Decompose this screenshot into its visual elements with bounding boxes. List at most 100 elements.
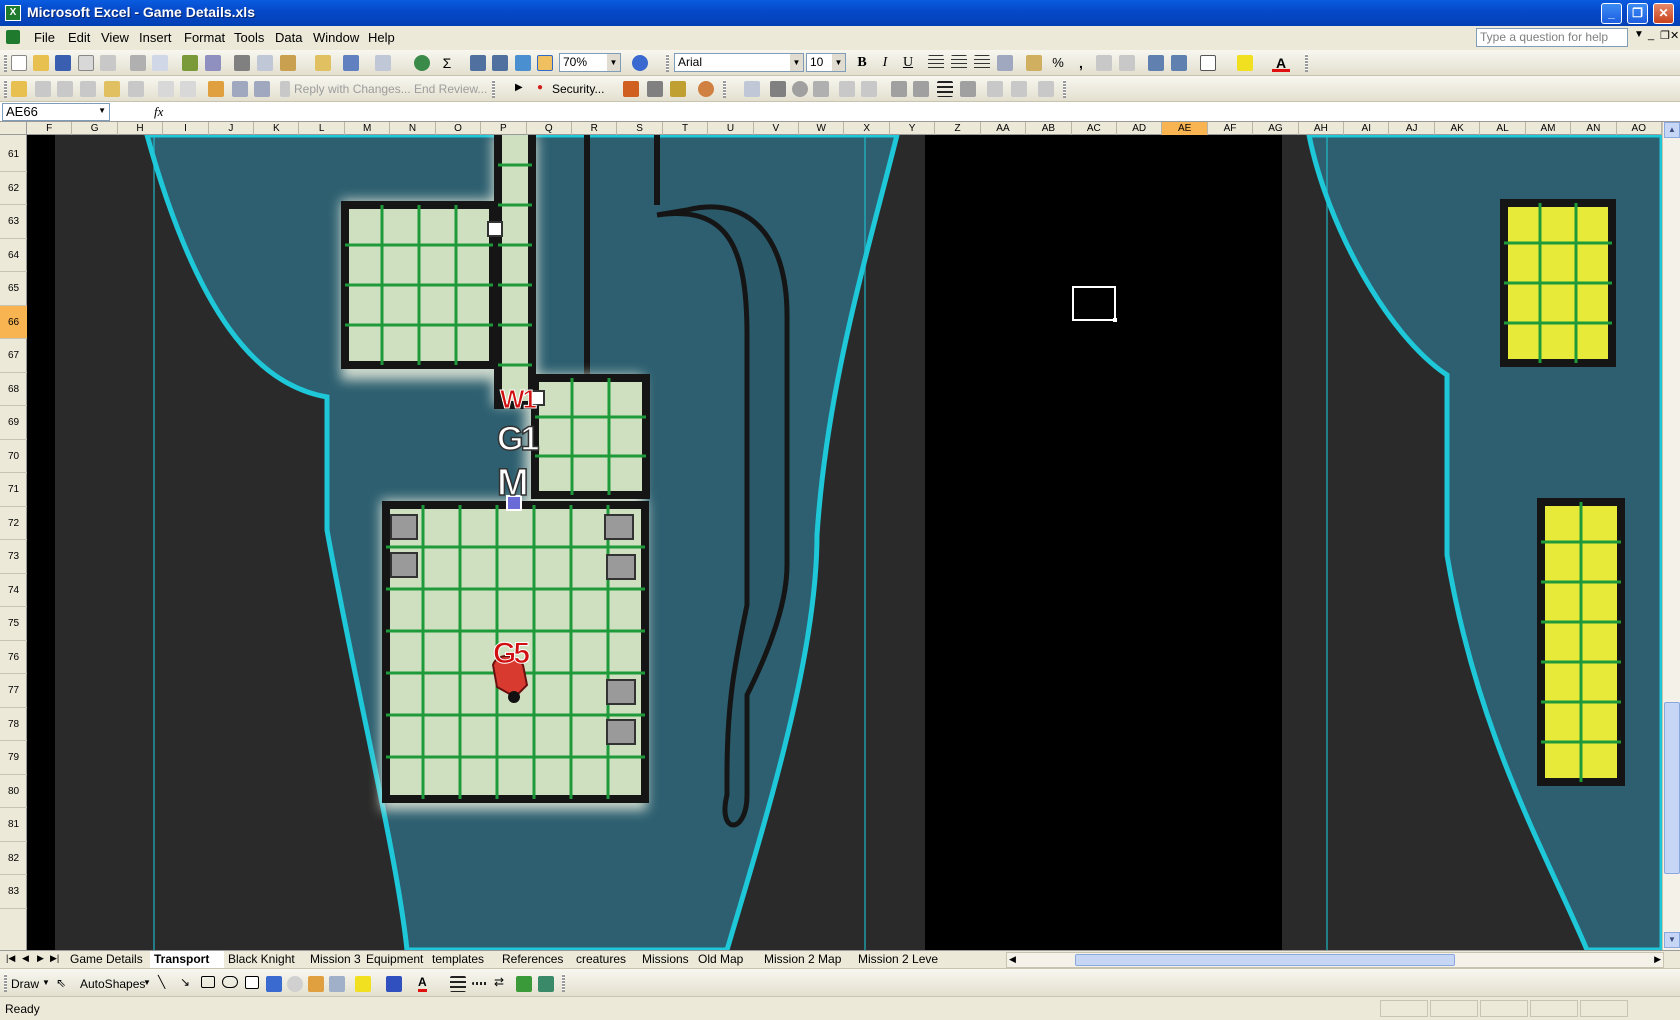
font-name-select[interactable]: Arial ▼ (674, 53, 804, 72)
first-sheet-icon[interactable]: |◀ (6, 953, 15, 964)
last-sheet-icon[interactable]: ▶| (50, 953, 59, 964)
share-icon[interactable] (254, 81, 270, 97)
help-dropdown-icon[interactable]: ▼ (1634, 29, 1644, 40)
vertical-scroll-thumb[interactable] (1664, 702, 1680, 874)
menu-tools[interactable]: Tools (234, 30, 264, 45)
row-header-77[interactable]: 77 (0, 674, 27, 708)
accept-change-icon[interactable] (158, 81, 174, 97)
column-header-g[interactable]: G (72, 122, 118, 135)
print-preview-icon[interactable] (152, 55, 168, 71)
menu-help[interactable]: Help (368, 30, 395, 45)
record-macro-icon[interactable]: ● (537, 82, 543, 93)
sheet-tab-transport[interactable]: Transport (150, 951, 224, 968)
row-header-62[interactable]: 62 (0, 172, 27, 205)
row-header-68[interactable]: 68 (0, 373, 27, 406)
column-header-m[interactable]: M (345, 122, 391, 135)
arrow-icon[interactable]: ↘ (180, 975, 190, 989)
diagram-icon[interactable] (287, 976, 303, 992)
draw-menu-button[interactable]: Draw (11, 977, 39, 991)
reject-change-icon[interactable] (180, 81, 196, 97)
row-header-66[interactable]: 66 (0, 305, 27, 339)
column-header-ag[interactable]: AG (1253, 122, 1299, 135)
format-painter-icon[interactable] (315, 55, 331, 71)
font-size-select[interactable]: 10 ▼ (806, 53, 846, 72)
row-header-78[interactable]: 78 (0, 708, 27, 741)
clipart-icon[interactable] (308, 976, 324, 992)
menu-file[interactable]: File (34, 30, 55, 45)
column-header-am[interactable]: AM (1526, 122, 1572, 135)
column-header-ab[interactable]: AB (1026, 122, 1072, 135)
column-header-aj[interactable]: AJ (1390, 122, 1435, 135)
name-box[interactable]: AE66 ▼ (2, 103, 110, 121)
track-changes-icon[interactable] (35, 81, 51, 97)
copy-icon[interactable] (257, 55, 273, 71)
formula-input[interactable] (174, 103, 1674, 121)
sort-ascending-icon[interactable] (470, 55, 486, 71)
row-header-76[interactable]: 76 (0, 641, 27, 674)
toolbar-grip[interactable] (1305, 54, 1308, 72)
fill-color-icon[interactable] (355, 976, 371, 992)
sheet-tab-references[interactable]: References (498, 951, 572, 968)
column-header-w[interactable]: W (799, 122, 845, 135)
column-header-v[interactable]: V (754, 122, 800, 135)
reply-icon[interactable] (280, 81, 290, 97)
design-mode-icon[interactable] (670, 81, 686, 97)
scroll-left-icon[interactable]: ◀ (1009, 954, 1016, 965)
row-header-83[interactable]: 83 (0, 875, 27, 909)
sheet-tab-mission-3[interactable]: Mission 3 (306, 951, 362, 968)
doc-close-button[interactable]: ✕ (1670, 29, 1679, 42)
row-header-64[interactable]: 64 (0, 239, 27, 272)
3d-style-icon[interactable] (538, 976, 554, 992)
close-button[interactable]: ✕ (1653, 3, 1674, 24)
row-header-61[interactable]: 61 (0, 138, 27, 172)
line-icon[interactable]: ╲ (158, 975, 165, 989)
select-objects-icon[interactable]: ⇖ (56, 976, 66, 990)
sheet-tab-equipment[interactable]: Equipment (362, 951, 428, 968)
column-header-q[interactable]: Q (527, 122, 572, 135)
folder-icon[interactable] (11, 81, 27, 97)
redo-icon[interactable] (375, 55, 391, 71)
zoom-select[interactable]: 70% ▼ (559, 53, 621, 72)
autosum-icon[interactable]: Σ (438, 54, 456, 72)
toolbar-grip[interactable] (492, 80, 495, 98)
controls-icon[interactable] (647, 81, 663, 97)
toolbar-grip[interactable] (666, 54, 669, 72)
increase-decimal-icon[interactable] (1096, 55, 1112, 71)
insert-picture-icon[interactable] (744, 81, 760, 97)
vertical-scrollbar[interactable]: ▲ ▼ (1662, 122, 1680, 950)
menu-edit[interactable]: Edit (68, 30, 90, 45)
excel-app-icon[interactable]: X (5, 5, 21, 21)
decrease-indent-icon[interactable] (1148, 55, 1164, 71)
end-review-button[interactable]: End Review... (414, 82, 487, 96)
toolbar-grip[interactable] (723, 80, 726, 98)
menu-data[interactable]: Data (275, 30, 302, 45)
cut-icon[interactable] (234, 55, 250, 71)
column-header-r[interactable]: R (572, 122, 618, 135)
run-macro-icon[interactable]: ▶ (515, 82, 523, 93)
research-icon[interactable] (205, 55, 221, 71)
more-brightness-icon[interactable] (839, 81, 855, 97)
compress-icon[interactable] (960, 81, 976, 97)
row-header-69[interactable]: 69 (0, 406, 27, 440)
sheet-tab-mission-2-map[interactable]: Mission 2 Map (760, 951, 854, 968)
scroll-up-icon[interactable]: ▲ (1664, 122, 1680, 138)
picture-icon[interactable] (329, 976, 345, 992)
column-header-t[interactable]: T (663, 122, 709, 135)
row-header-72[interactable]: 72 (0, 507, 27, 540)
row-header-79[interactable]: 79 (0, 741, 27, 775)
align-left-icon[interactable] (928, 55, 944, 71)
oval-icon[interactable] (222, 976, 238, 988)
toolbar-grip[interactable] (4, 974, 7, 992)
rotate-icon[interactable] (913, 81, 929, 97)
column-header-ae[interactable]: AE (1162, 122, 1208, 135)
currency-icon[interactable] (1026, 55, 1042, 71)
menu-format[interactable]: Format (184, 30, 225, 45)
comment-icon[interactable] (57, 81, 73, 97)
chevron-down-icon[interactable]: ▼ (98, 106, 106, 115)
column-header-p[interactable]: P (481, 122, 527, 135)
worksheet-grid[interactable]: W1 G1 M G5 (27, 135, 1662, 950)
column-header-x[interactable]: X (845, 122, 890, 135)
column-header-ai[interactable]: AI (1344, 122, 1390, 135)
font-color-icon[interactable]: A (418, 975, 427, 992)
column-header-s[interactable]: S (617, 122, 663, 135)
